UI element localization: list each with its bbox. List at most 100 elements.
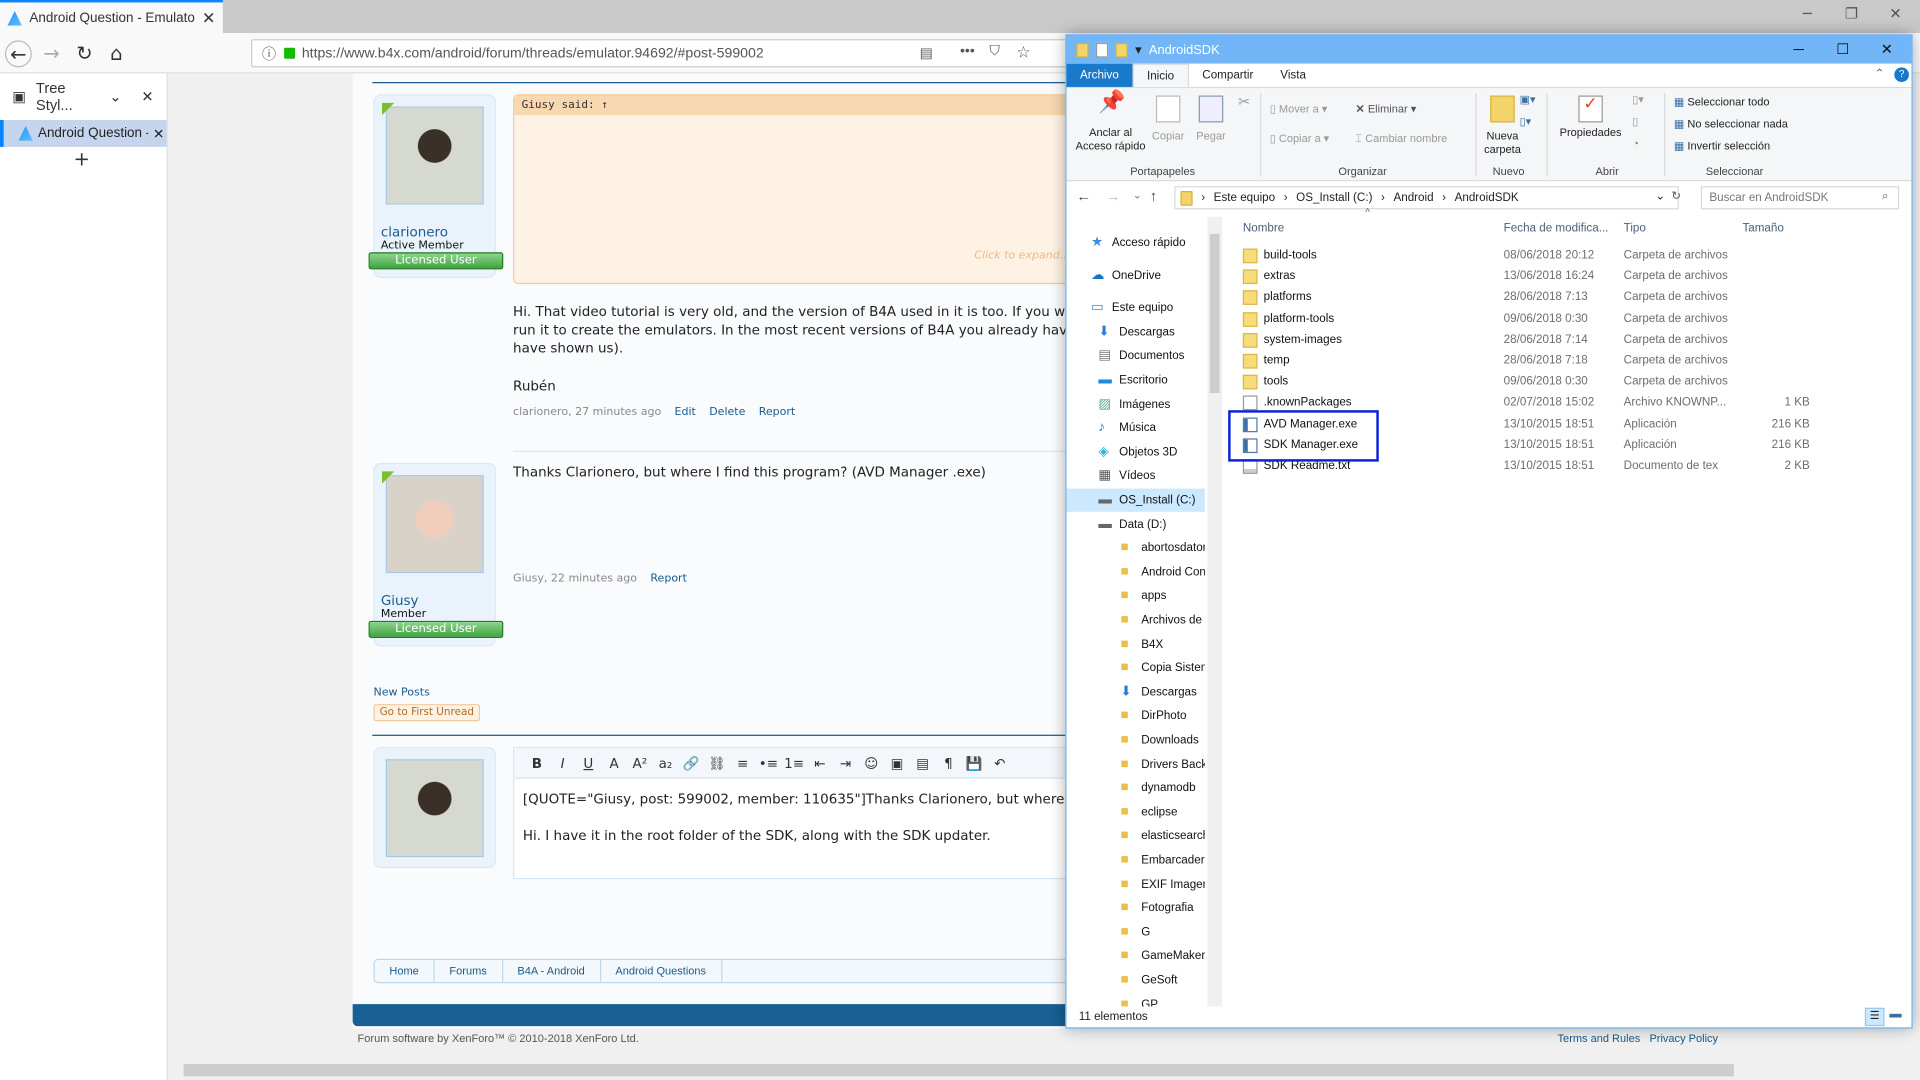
cut-icon[interactable]: ✂	[1238, 93, 1250, 110]
new-tab-plus-icon[interactable]: +	[73, 147, 89, 170]
nav-item[interactable]: ■ Archivos de pr	[1067, 609, 1204, 632]
explorer-title-bar[interactable]: ▾ AndroidSDK ─ ☐ ✕	[1066, 35, 1912, 64]
bullet-list-button[interactable]: •≡	[756, 755, 782, 771]
chevron-down-icon[interactable]: ⌄	[109, 88, 121, 105]
media-button[interactable]: ▤	[910, 755, 936, 771]
font-size-button[interactable]: A²	[627, 755, 653, 771]
close-tab-icon[interactable]: ✕	[153, 126, 164, 142]
nav-item[interactable]: ■ Copia Sistema	[1067, 657, 1204, 680]
avatar[interactable]	[385, 475, 484, 574]
close-browser-button[interactable]: ✕	[1873, 0, 1917, 28]
nav-item[interactable]: ■ abortosdator.c	[1067, 537, 1204, 560]
numbered-list-button[interactable]: 1≡	[781, 755, 807, 771]
delete-link[interactable]: Delete	[709, 407, 745, 419]
insert-button[interactable]: ¶	[936, 755, 962, 771]
tab-compartir[interactable]: Compartir	[1189, 64, 1267, 87]
file-row[interactable]: platforms 28/06/2018 7:13 Carpeta de archi…	[1236, 288, 1897, 309]
file-row[interactable]: platform-tools 09/06/2018 0:30 Carpeta de …	[1236, 309, 1897, 330]
search-input[interactable]: Buscar en AndroidSDK	[1700, 186, 1900, 210]
edit-icon[interactable]: ▯	[1632, 115, 1638, 128]
smilie-button[interactable]: ☺	[858, 755, 884, 771]
close-tab-icon[interactable]: ✕	[202, 9, 215, 29]
column-header-type[interactable]: Tipo	[1624, 222, 1646, 235]
close-sidebar-icon[interactable]: ✕	[141, 88, 153, 105]
pocket-icon[interactable]: ⛉	[989, 44, 1000, 60]
large-icons-view-icon[interactable]: ▬	[1889, 1008, 1901, 1021]
minimize-browser-button[interactable]: ─	[1785, 0, 1829, 28]
column-header-size[interactable]: Tamaño	[1742, 222, 1783, 235]
reload-icon[interactable]: ↻	[71, 40, 98, 67]
customize-toolbar-icon[interactable]: ▾	[1135, 42, 1141, 57]
path-segment[interactable]: Android	[1393, 191, 1433, 204]
privacy-link[interactable]: Privacy Policy	[1649, 1032, 1718, 1044]
terms-link[interactable]: Terms and Rules	[1558, 1032, 1641, 1044]
sidebar-tab-item[interactable]: Android Question - ✕	[0, 120, 167, 147]
undo-button[interactable]: ↶	[987, 755, 1013, 771]
nav-item[interactable]: ■ GeSoft	[1067, 969, 1205, 992]
column-header-name[interactable]: Nombre	[1243, 222, 1284, 235]
reply-editor[interactable]: B I U A A² a₂ 🔗 ⛓ ≡ •≡ 1≡ ⇤ ⇥ ☺ ▣ ▤ ¶ 💾 …	[513, 746, 1077, 880]
nav-scroll-thumb[interactable]	[1209, 233, 1220, 394]
align-button[interactable]: ≡	[730, 755, 756, 771]
pin-quick-access-button[interactable]: 📌 Anclar al Acceso rápido	[1071, 91, 1149, 154]
help-icon[interactable]: ?	[1894, 67, 1909, 83]
save-draft-button[interactable]: 💾	[961, 755, 987, 771]
tab-inicio[interactable]: Inicio	[1132, 63, 1189, 87]
chevron-right-icon[interactable]: ›	[1381, 191, 1385, 204]
minimize-button[interactable]: ─	[1777, 36, 1821, 64]
up-icon[interactable]: ↑	[1150, 187, 1157, 204]
easy-access-icon[interactable]: ▯▾	[1520, 115, 1532, 128]
delete-button[interactable]: ✕ Eliminar ▾	[1356, 103, 1417, 116]
copy-to-button[interactable]: ▯ Copiar a ▾	[1270, 132, 1329, 145]
column-header-date[interactable]: Fecha de modifica...	[1504, 222, 1609, 235]
quote-header[interactable]: Giusy said: ↑	[514, 95, 1076, 116]
nav-item[interactable]: ■ GameMaker-St	[1067, 945, 1204, 968]
path-segment[interactable]: Este equipo	[1214, 191, 1275, 204]
nav-item[interactable]: ■ eclipse	[1067, 801, 1205, 824]
copy-button[interactable]: Copiar	[1147, 95, 1189, 144]
nav-item[interactable]: ■ elasticsearch-5	[1067, 825, 1204, 848]
nav-item[interactable]: ■ apps	[1067, 585, 1205, 608]
file-row[interactable]: extras 13/06/2018 16:24 Carpeta de archivo…	[1236, 267, 1897, 288]
bookmark-star-icon[interactable]: ☆	[1016, 43, 1030, 63]
font-family-button[interactable]: a₂	[653, 755, 679, 771]
nav-item[interactable]: ■ dynamodb	[1067, 777, 1205, 800]
paste-button[interactable]: Pegar	[1191, 95, 1230, 144]
breadcrumb-android-questions[interactable]: Android Questions	[601, 960, 722, 983]
back-icon[interactable]: ←	[4, 40, 32, 68]
nav-item[interactable]: ■ Android Contr	[1067, 561, 1204, 584]
nav-item[interactable]: ♪ Música	[1067, 417, 1205, 440]
browser-tab[interactable]: Android Question - Emulator | B4X ✕	[0, 0, 223, 35]
chevron-right-icon[interactable]: ›	[1201, 191, 1205, 204]
collapse-ribbon-icon[interactable]: ⌃	[1875, 67, 1885, 80]
open-icon[interactable]: ▯▾	[1632, 93, 1644, 106]
rename-button[interactable]: ⌶ Cambiar nombre	[1356, 132, 1448, 145]
editor-content[interactable]: [QUOTE="Giusy, post: 599002, member: 110…	[514, 779, 1075, 856]
nav-item[interactable]: ▦ Vídeos	[1067, 465, 1205, 488]
outdent-button[interactable]: ⇤	[807, 755, 833, 771]
username-link[interactable]: Giusy	[381, 593, 419, 609]
nav-item[interactable]: ☁ OneDrive	[1067, 264, 1205, 287]
nav-item[interactable]: ▤ Documentos	[1067, 345, 1205, 368]
path-segment[interactable]: OS_Install (C:)	[1296, 191, 1372, 204]
avatar[interactable]	[385, 106, 484, 205]
nav-item[interactable]: ■ EXIF Imagenes	[1067, 873, 1204, 896]
nav-item[interactable]: ⬇ Descargas	[1067, 681, 1205, 704]
italic-button[interactable]: I	[550, 755, 576, 771]
nav-item[interactable]: ■ B4X	[1067, 633, 1205, 656]
bold-button[interactable]: B	[524, 755, 550, 771]
nav-item[interactable]: ■ Embarcadero S	[1067, 849, 1204, 872]
breadcrumb-forums[interactable]: Forums	[435, 960, 503, 983]
file-row[interactable]: system-images 28/06/2018 7:14 Carpeta de a…	[1236, 330, 1897, 351]
nav-item[interactable]: ⬇ Descargas	[1067, 321, 1205, 344]
nav-item[interactable]: ★ Acceso rápido	[1067, 231, 1205, 254]
move-to-button[interactable]: ▯ Mover a ▾	[1270, 103, 1328, 116]
select-none-button[interactable]: ▦ No seleccionar nada	[1674, 118, 1788, 131]
report-link[interactable]: Report	[650, 573, 687, 585]
properties-quick-icon[interactable]	[1095, 42, 1109, 57]
nav-item[interactable]: ◈ Objetos 3D	[1067, 441, 1205, 464]
reader-view-icon[interactable]: ▤	[920, 44, 933, 62]
nav-item[interactable]: ■ Drivers Backup	[1067, 753, 1204, 776]
info-icon[interactable]: ⓘ	[262, 43, 276, 63]
invert-selection-button[interactable]: ▦ Invertir selección	[1674, 140, 1770, 153]
